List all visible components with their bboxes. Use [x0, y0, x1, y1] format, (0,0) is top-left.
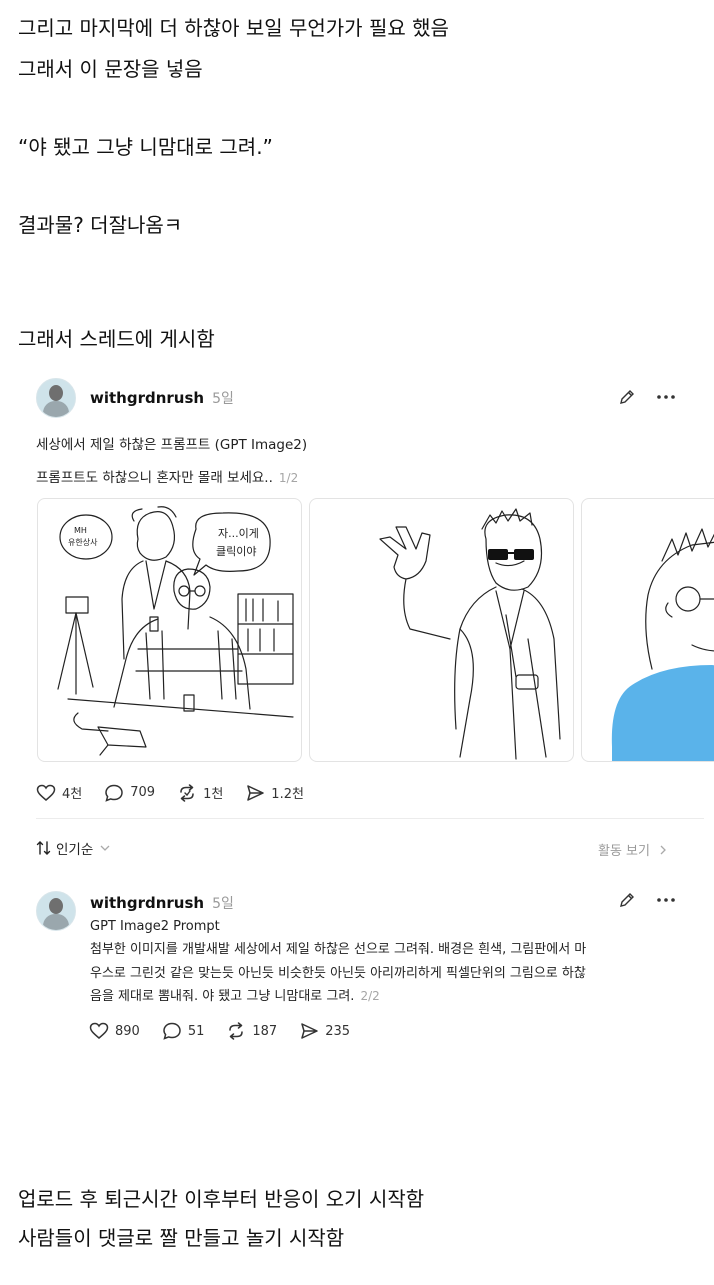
repost-icon	[229, 1022, 244, 1040]
speech-right-text-1: 자...이게	[218, 527, 259, 540]
chevron-right-icon	[660, 845, 666, 854]
share-button[interactable]: 1.2천	[245, 783, 304, 802]
comment-button[interactable]: 709	[104, 784, 155, 802]
office-sketch-drawing: MH 유한상사 자...이게 클릭이야	[57, 506, 294, 756]
reply-body-line-1: 첨부한 이미지를 개발새발 세상에서 제일 하찮은 선으로 그려줘. 배경은 흰…	[90, 942, 587, 957]
comment-icon	[105, 784, 123, 802]
paragraph-3: “야 됐고 그냥 니맘대로 그려.”	[18, 135, 273, 159]
sunglasses-right-lens	[514, 549, 534, 560]
post-image-3[interactable]	[581, 498, 714, 762]
reply-avatar[interactable]	[36, 891, 76, 931]
post-username[interactable]: withgrdnrush	[90, 389, 204, 407]
edit-icon[interactable]	[616, 386, 638, 408]
paragraph-6: 업로드 후 퇴근시간 이후부터 반응이 오기 시작함	[18, 1187, 425, 1211]
sort-arrows-icon	[36, 841, 51, 855]
reply-time: 5일	[212, 896, 234, 912]
reply-body-line-3-text: 음을 제대로 뽐내줘. 야 됐고 그냥 니맘대로 그려.	[90, 989, 355, 1004]
reply-username[interactable]: withgrdnrush	[90, 894, 204, 912]
comments-count: 709	[130, 785, 156, 800]
repost-icon	[180, 783, 194, 802]
post-line-2-text: 프롬프트도 하찮으니 혼자만 몰래 보세요..	[36, 470, 273, 486]
paragraph-1: 그리고 마지막에 더 하찮아 보일 무언가가 필요 했음	[18, 16, 449, 40]
sunglasses-man-drawing	[379, 508, 561, 760]
speech-left-text-2: 유한상사	[68, 537, 98, 547]
reply-page-indicator: 2/2	[360, 989, 380, 1003]
paragraph-5: 그래서 스레드에 게시함	[18, 327, 215, 351]
reply-like-button[interactable]: 890	[89, 1022, 140, 1040]
paragraph-4: 결과물? 더잘나옴ㅋ	[18, 213, 183, 237]
paragraph-2: 그래서 이 문장을 넣음	[18, 57, 203, 81]
reposts-count: 1천	[203, 787, 224, 802]
post-image-2[interactable]	[309, 498, 574, 762]
reply-body-line-2: 우스로 그린것 같은 맞는듯 아닌듯 비슷한듯 아닌듯 아리까리하게 픽셀단위의…	[90, 966, 586, 981]
activity-link[interactable]: 활동 보기	[598, 840, 668, 859]
reply-repost-button[interactable]: 187	[226, 1022, 277, 1040]
likes-count: 4천	[62, 787, 83, 802]
comment-icon	[163, 1022, 181, 1040]
share-icon	[301, 1023, 318, 1039]
more-options-icon[interactable]	[655, 386, 677, 408]
chevron-down-icon	[100, 845, 110, 851]
post-header: withgrdnrush 5일	[36, 378, 234, 418]
post-page-indicator: 1/2	[278, 471, 299, 485]
avatar[interactable]	[36, 378, 76, 418]
activity-label: 활동 보기	[598, 844, 650, 859]
sunglasses-left-lens	[488, 549, 508, 560]
speech-right-text-2: 클릭이야	[216, 545, 256, 558]
reply-comments-count: 51	[187, 1023, 205, 1039]
reply-share-button[interactable]: 235	[299, 1022, 350, 1040]
sort-dropdown[interactable]: 인기순	[36, 838, 111, 858]
like-button[interactable]: 4천	[36, 783, 82, 802]
share-icon	[247, 784, 265, 801]
reply-more-options-icon[interactable]	[655, 889, 677, 911]
speech-left-text: MH	[74, 526, 87, 535]
blue-shirt-drawing	[611, 528, 714, 761]
reply-body-line-3: 음을 제대로 뽐내줘. 야 됐고 그냥 니맘대로 그려. 2/2	[90, 985, 690, 1008]
post-image-1[interactable]: MH 유한상사 자...이게 클릭이야	[37, 498, 302, 762]
post-metrics: 4천 709 1천 1.2천	[36, 783, 326, 802]
shares-count: 1.2천	[271, 787, 304, 802]
reply-title: GPT Image2 Prompt	[90, 919, 220, 934]
reply-likes-count: 890	[115, 1023, 140, 1039]
repost-button[interactable]: 1천	[177, 783, 223, 802]
post-line-1: 세상에서 제일 하찮은 프롬프트 (GPT Image2)	[36, 437, 308, 453]
heart-icon	[36, 784, 56, 801]
post-line-2: 프롬프트도 하찮으니 혼자만 몰래 보세요.. 1/2	[36, 466, 298, 486]
heart-icon	[89, 1022, 109, 1039]
reply-shares-count: 235	[325, 1023, 351, 1039]
reply-reposts-count: 187	[252, 1023, 278, 1039]
post-time: 5일	[212, 391, 234, 407]
reply-comment-button[interactable]: 51	[162, 1022, 205, 1040]
divider	[36, 818, 704, 819]
reply-edit-icon[interactable]	[616, 889, 638, 911]
reply-metrics: 890 51 187 235	[89, 1022, 372, 1040]
paragraph-7: 사람들이 댓글로 짤 만들고 놀기 시작함	[18, 1226, 345, 1250]
sort-label: 인기순	[56, 842, 94, 858]
